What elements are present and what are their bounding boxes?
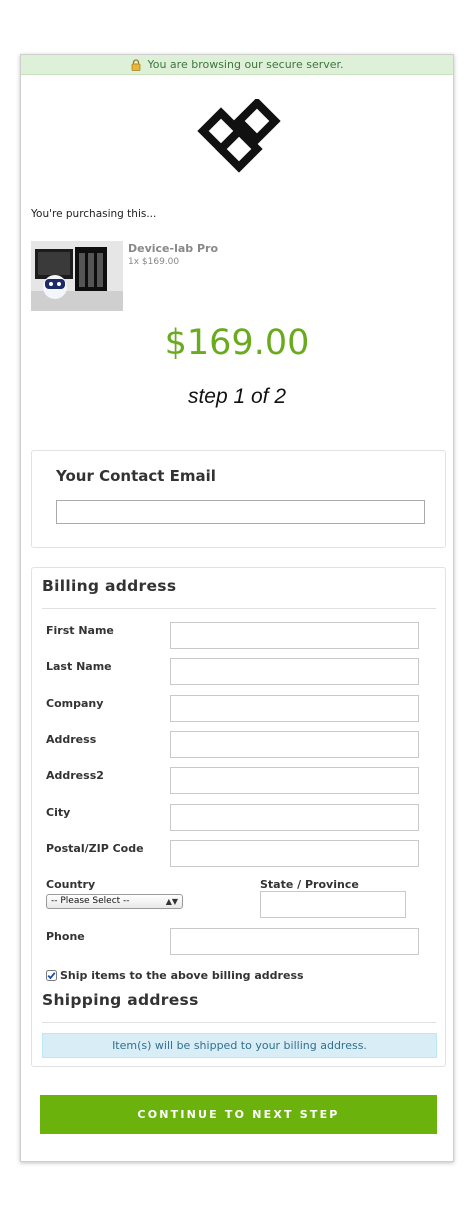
last-name-input[interactable] — [170, 658, 419, 685]
address2-label: Address2 — [46, 769, 104, 782]
company-label: Company — [46, 697, 104, 710]
country-selected-value: -- Please Select -- — [51, 896, 130, 906]
billing-address-title: Billing address — [42, 577, 177, 595]
product-name[interactable]: Device-lab Pro — [128, 242, 218, 255]
first-name-input[interactable] — [170, 622, 419, 649]
phone-input[interactable] — [170, 928, 419, 955]
product-quantity-price: 1x $169.00 — [128, 257, 180, 267]
address2-input[interactable] — [170, 767, 419, 794]
order-total: $169.00 — [164, 323, 310, 363]
state-province-label: State / Province — [260, 878, 359, 891]
continue-button[interactable]: CONTINUE TO NEXT STEP — [40, 1095, 437, 1134]
ship-to-billing-label[interactable]: Ship items to the above billing address — [60, 969, 304, 982]
divider — [42, 1022, 436, 1023]
country-select[interactable]: -- Please Select -- ▲▼ — [46, 894, 183, 909]
secure-message: You are browsing our secure server. — [147, 58, 344, 71]
country-label: Country — [46, 878, 96, 891]
checkout-page: You are browsing our secure server. You'… — [20, 54, 454, 1162]
ship-to-billing-checkbox[interactable] — [46, 966, 57, 981]
last-name-label: Last Name — [46, 660, 112, 673]
secure-server-banner: You are browsing our secure server. — [21, 55, 453, 75]
select-arrows-icon: ▲▼ — [165, 897, 178, 906]
product-image — [31, 241, 123, 311]
city-input[interactable] — [170, 804, 419, 831]
company-input[interactable] — [170, 695, 419, 722]
postal-code-input[interactable] — [170, 840, 419, 867]
step-indicator: step 1 of 2 — [187, 385, 287, 408]
contact-email-section: Your Contact Email — [31, 450, 446, 548]
contact-email-input[interactable] — [56, 500, 425, 524]
shipping-address-title: Shipping address — [42, 991, 199, 1009]
city-label: City — [46, 806, 71, 819]
purchasing-label: You're purchasing this... — [31, 208, 157, 220]
lock-icon — [130, 58, 142, 71]
brand-logo-icon[interactable] — [195, 97, 283, 173]
phone-label: Phone — [46, 930, 85, 943]
address-input[interactable] — [170, 731, 419, 758]
state-province-input[interactable] — [260, 891, 406, 918]
first-name-label: First Name — [46, 624, 114, 637]
contact-email-title: Your Contact Email — [56, 467, 216, 485]
address-label: Address — [46, 733, 97, 746]
billing-address-section: Billing address First Name Last Name Com… — [31, 567, 446, 1067]
divider — [42, 608, 436, 609]
postal-code-label: Postal/ZIP Code — [46, 842, 144, 855]
shipping-notice: Item(s) will be shipped to your billing … — [42, 1033, 437, 1058]
